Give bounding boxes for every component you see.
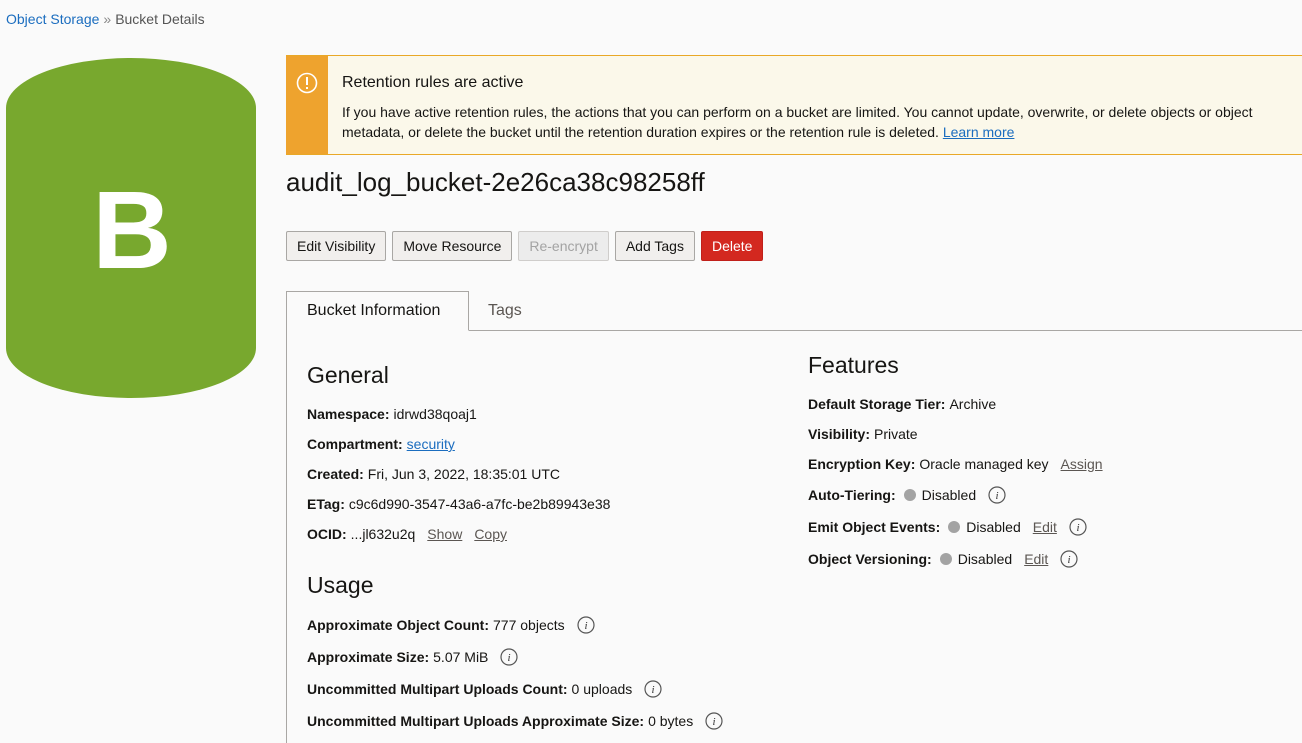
status-dot — [903, 489, 916, 501]
bucket-icon-letter: B — [92, 169, 171, 292]
multipart-count-label: Uncommitted Multipart Uploads Count: — [307, 681, 568, 697]
emit-events-row: Emit Object Events: Disabled Edit i — [808, 518, 1087, 536]
alert-bar — [286, 56, 328, 154]
versioning-edit-link[interactable]: Edit — [1024, 551, 1048, 567]
info-icon[interactable]: i — [1069, 518, 1087, 536]
size-label: Approximate Size: — [307, 649, 430, 665]
alert-message: If you have active retention rules, the … — [342, 104, 1253, 140]
created-label: Created: — [307, 466, 364, 482]
compartment-link[interactable]: security — [407, 436, 455, 452]
multipart-count-row: Uncommitted Multipart Uploads Count: 0 u… — [307, 680, 662, 698]
breadcrumb-current: Bucket Details — [115, 11, 205, 27]
multipart-count-value: 0 uploads — [571, 681, 633, 697]
ocid-show-link[interactable]: Show — [427, 526, 462, 542]
breadcrumb: Object Storage» Bucket Details — [6, 11, 205, 27]
compartment-label: Compartment: — [307, 436, 403, 452]
visibility-row: Visibility: Private — [808, 426, 918, 442]
encryption-value: Oracle managed key — [919, 456, 1049, 472]
warning-icon — [296, 72, 318, 94]
created-row: Created: Fri, Jun 3, 2022, 18:35:01 UTC — [307, 466, 560, 482]
panel-border — [286, 330, 287, 743]
usage-title: Usage — [307, 572, 374, 598]
size-value: 5.07 MiB — [433, 649, 489, 665]
auto-tiering-value: Disabled — [921, 487, 977, 503]
svg-text:i: i — [713, 716, 716, 728]
status-dot — [939, 553, 952, 565]
versioning-label: Object Versioning: — [808, 551, 932, 567]
object-count-label: Approximate Object Count: — [307, 617, 490, 633]
svg-text:i: i — [508, 652, 511, 664]
add-tags-button[interactable]: Add Tags — [614, 231, 695, 261]
move-resource-button[interactable]: Move Resource — [392, 231, 513, 261]
object-count-value: 777 objects — [493, 617, 565, 633]
etag-value: c9c6d990-3547-43a6-a7fc-be2b89943e38 — [348, 496, 611, 512]
info-icon[interactable]: i — [500, 648, 518, 666]
emit-events-label: Emit Object Events: — [808, 519, 941, 535]
breadcrumb-object-storage-link[interactable]: Object Storage — [6, 11, 99, 27]
info-icon[interactable]: i — [705, 712, 723, 730]
info-icon[interactable]: i — [1060, 550, 1078, 568]
svg-text:i: i — [652, 684, 655, 696]
visibility-label: Visibility: — [808, 426, 870, 442]
ocid-row: OCID: ...jl632u2q Show Copy — [307, 526, 507, 542]
size-row: Approximate Size: 5.07 MiB i — [307, 648, 518, 666]
compartment-row: Compartment: security — [307, 436, 455, 452]
breadcrumb-separator: » — [103, 11, 112, 27]
learn-more-link[interactable]: Learn more — [943, 124, 1015, 140]
namespace-value: idrwd38qoaj1 — [393, 406, 477, 422]
bucket-icon: B — [6, 58, 256, 398]
tab-bucket-information[interactable]: Bucket Information — [286, 291, 469, 331]
tab-tags[interactable]: Tags — [488, 291, 522, 330]
multipart-size-label: Uncommitted Multipart Uploads Approximat… — [307, 713, 645, 729]
svg-text:i: i — [584, 620, 587, 632]
assign-link[interactable]: Assign — [1061, 456, 1103, 472]
retention-alert: Retention rules are active If you have a… — [286, 55, 1302, 155]
features-title: Features — [808, 352, 899, 378]
ocid-copy-link[interactable]: Copy — [474, 526, 507, 542]
etag-label: ETag: — [307, 496, 345, 512]
multipart-size-row: Uncommitted Multipart Uploads Approximat… — [307, 712, 723, 730]
re-encrypt-button: Re-encrypt — [518, 231, 609, 261]
encryption-label: Encryption Key: — [808, 456, 916, 472]
emit-events-value: Disabled — [966, 519, 1021, 535]
general-title: General — [307, 362, 389, 388]
info-icon[interactable]: i — [644, 680, 662, 698]
storage-tier-row: Default Storage Tier: Archive — [808, 396, 996, 412]
storage-tier-value: Archive — [949, 396, 997, 412]
page-title: audit_log_bucket-2e26ca38c98258ff — [286, 167, 705, 197]
object-count-row: Approximate Object Count: 777 objects i — [307, 616, 595, 634]
multipart-size-value: 0 bytes — [648, 713, 694, 729]
edit-visibility-button[interactable]: Edit Visibility — [286, 231, 387, 261]
tab-bar: Bucket Information Tags — [286, 291, 1302, 331]
info-icon[interactable]: i — [577, 616, 595, 634]
svg-text:i: i — [996, 490, 999, 502]
svg-text:i: i — [1068, 554, 1071, 566]
auto-tiering-row: Auto-Tiering: Disabled i — [808, 486, 1006, 504]
ocid-label: OCID: — [307, 526, 347, 542]
svg-text:i: i — [1076, 522, 1079, 534]
info-icon[interactable]: i — [988, 486, 1006, 504]
created-value: Fri, Jun 3, 2022, 18:35:01 UTC — [367, 466, 561, 482]
storage-tier-label: Default Storage Tier: — [808, 396, 946, 412]
visibility-value: Private — [873, 426, 918, 442]
alert-title: Retention rules are active — [342, 74, 524, 91]
delete-button[interactable]: Delete — [700, 231, 764, 261]
versioning-row: Object Versioning: Disabled Edit i — [808, 550, 1078, 568]
status-dot — [948, 521, 961, 533]
encryption-row: Encryption Key: Oracle managed key Assig… — [808, 456, 1103, 472]
etag-row: ETag: c9c6d990-3547-43a6-a7fc-be2b89943e… — [307, 496, 610, 512]
namespace-label: Namespace: — [307, 406, 390, 422]
auto-tiering-label: Auto-Tiering: — [808, 487, 896, 503]
alert-body: If you have active retention rules, the … — [342, 102, 1282, 142]
action-toolbar: Edit Visibility Move Resource Re-encrypt… — [286, 231, 764, 261]
namespace-row: Namespace: idrwd38qoaj1 — [307, 406, 477, 422]
emit-events-edit-link[interactable]: Edit — [1033, 519, 1057, 535]
versioning-value: Disabled — [957, 551, 1013, 567]
ocid-value: ...jl632u2q — [350, 526, 416, 542]
